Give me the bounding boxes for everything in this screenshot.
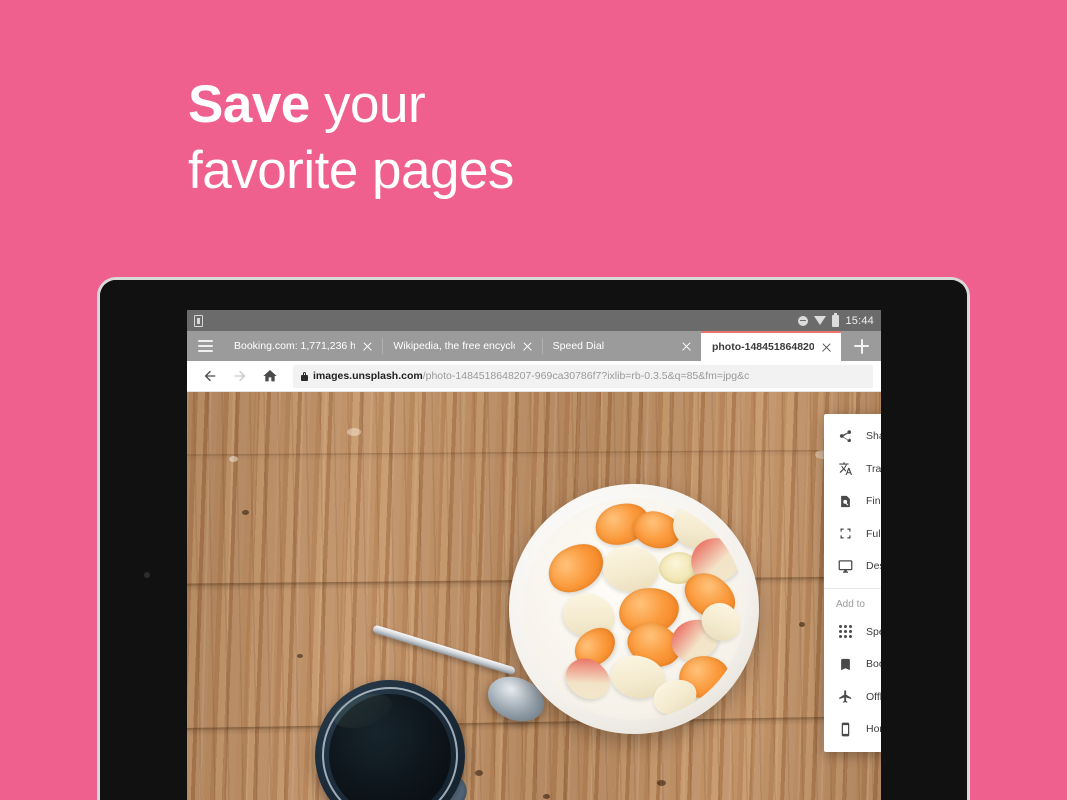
translate-icon (836, 460, 854, 478)
share-icon (836, 427, 854, 445)
bookmark-icon (836, 655, 854, 673)
close-icon[interactable] (679, 339, 694, 354)
wood-knot (242, 510, 249, 515)
close-icon[interactable] (520, 339, 535, 354)
close-icon[interactable] (360, 339, 375, 354)
wifi-icon (814, 316, 827, 325)
menu-item-desktop-site[interactable]: Desktop site (824, 550, 881, 583)
hamburger-icon[interactable] (187, 331, 223, 361)
browser-tab-strip: Booking.com: 1,771,236 hot Wikipedia, th… (187, 331, 881, 361)
home-button[interactable] (255, 361, 285, 391)
promo-screenshot: Save your favorite pages 15:44 Booking.c… (0, 0, 1067, 800)
tablet-screen: 15:44 Booking.com: 1,771,236 hot Wikiped… (187, 310, 881, 800)
menu-item-bookmarks[interactable]: Bookmarks (824, 648, 881, 681)
status-clock: 15:44 (845, 314, 874, 327)
tab-list: Booking.com: 1,771,236 hot Wikipedia, th… (223, 331, 841, 361)
overflow-menu: Share Translate (824, 414, 881, 752)
menu-item-fullscreen[interactable]: Fullscreen (824, 518, 881, 551)
url-text: images.unsplash.com/photo-1484518648207-… (313, 370, 749, 382)
status-right-icons: 15:44 (798, 312, 874, 327)
browser-toolbar: images.unsplash.com/photo-1484518648207-… (187, 361, 881, 392)
android-status-bar: 15:44 (187, 310, 881, 331)
url-host: images.unsplash.com (313, 370, 423, 382)
headline-line2: favorite pages (188, 141, 514, 200)
battery-icon (832, 312, 840, 327)
status-left-icons (194, 314, 203, 327)
new-tab-button[interactable] (841, 331, 881, 361)
tab-title: Booking.com: 1,771,236 hot (234, 340, 356, 352)
browser-tab[interactable]: Booking.com: 1,771,236 hot (223, 331, 382, 361)
menu-item-label: Bookmarks (866, 658, 881, 671)
wood-knot (799, 622, 805, 627)
page-title: Save your favorite pages (188, 72, 514, 204)
menu-item-find-in-page[interactable]: Find in page (824, 485, 881, 518)
wood-highlight (229, 456, 238, 462)
menu-item-home-screen[interactable]: Home screen (824, 713, 881, 746)
close-icon[interactable] (819, 340, 834, 355)
fullscreen-icon (836, 525, 854, 543)
menu-item-translate[interactable]: Translate (824, 453, 881, 486)
browser-tab[interactable]: Wikipedia, the free encyclop (382, 331, 541, 361)
back-button[interactable] (195, 361, 225, 391)
menu-item-share[interactable]: Share (824, 420, 881, 453)
airplane-icon (836, 688, 854, 706)
headline-rest: your (309, 75, 426, 134)
menu-item-label: Translate (866, 462, 881, 475)
fruit-bowl (509, 484, 759, 734)
wood-knot (657, 780, 666, 786)
menu-item-label: Find in page (866, 495, 881, 508)
menu-item-speed-dial[interactable]: Speed Dial (824, 616, 881, 649)
wood-knot (297, 654, 303, 658)
front-camera-icon (144, 572, 150, 578)
menu-section-title: Add to (836, 598, 865, 610)
phone-icon (836, 720, 854, 738)
menu-item-label: Speed Dial (866, 625, 881, 638)
menu-item-offline-pages[interactable]: Offline pages (824, 681, 881, 714)
apple-slice-red (558, 650, 618, 708)
menu-item-label: Home screen (866, 723, 881, 736)
url-bar[interactable]: images.unsplash.com/photo-1484518648207-… (293, 364, 873, 388)
tablet-bezel: 15:44 Booking.com: 1,771,236 hot Wikiped… (100, 280, 967, 800)
forward-button[interactable] (225, 361, 255, 391)
coffee-mug (315, 680, 472, 800)
do-not-disturb-icon (798, 315, 809, 326)
tablet-device: 15:44 Booking.com: 1,771,236 hot Wikiped… (100, 280, 967, 800)
wood-knot (543, 794, 550, 799)
browser-tab-active[interactable]: photo-1484518648207-969 (700, 331, 841, 361)
webpage-content: Share Translate (187, 392, 881, 800)
menu-item-label: Share (866, 430, 881, 443)
desktop-icon (836, 557, 854, 575)
menu-item-label: Fullscreen (866, 527, 881, 540)
fruit-bowl-interior (523, 498, 745, 720)
headline-bold: Save (188, 75, 310, 134)
wood-highlight (347, 428, 361, 436)
find-in-page-icon (836, 492, 854, 510)
browser-tab[interactable]: Speed Dial (541, 331, 701, 361)
tab-title: photo-1484518648207-969 (711, 341, 814, 353)
sim-card-icon (194, 314, 203, 327)
orange-segment (539, 533, 613, 603)
speed-dial-grid-icon (836, 623, 854, 641)
menu-item-label: Offline pages (866, 690, 881, 703)
tab-title: Speed Dial (552, 340, 605, 352)
url-path: /photo-1484518648207-969ca30786f7?ixlib=… (422, 370, 750, 382)
menu-item-label: Desktop site (866, 560, 881, 573)
lock-icon (301, 371, 308, 381)
wood-knot (475, 770, 483, 776)
tab-title: Wikipedia, the free encyclop (393, 340, 515, 352)
